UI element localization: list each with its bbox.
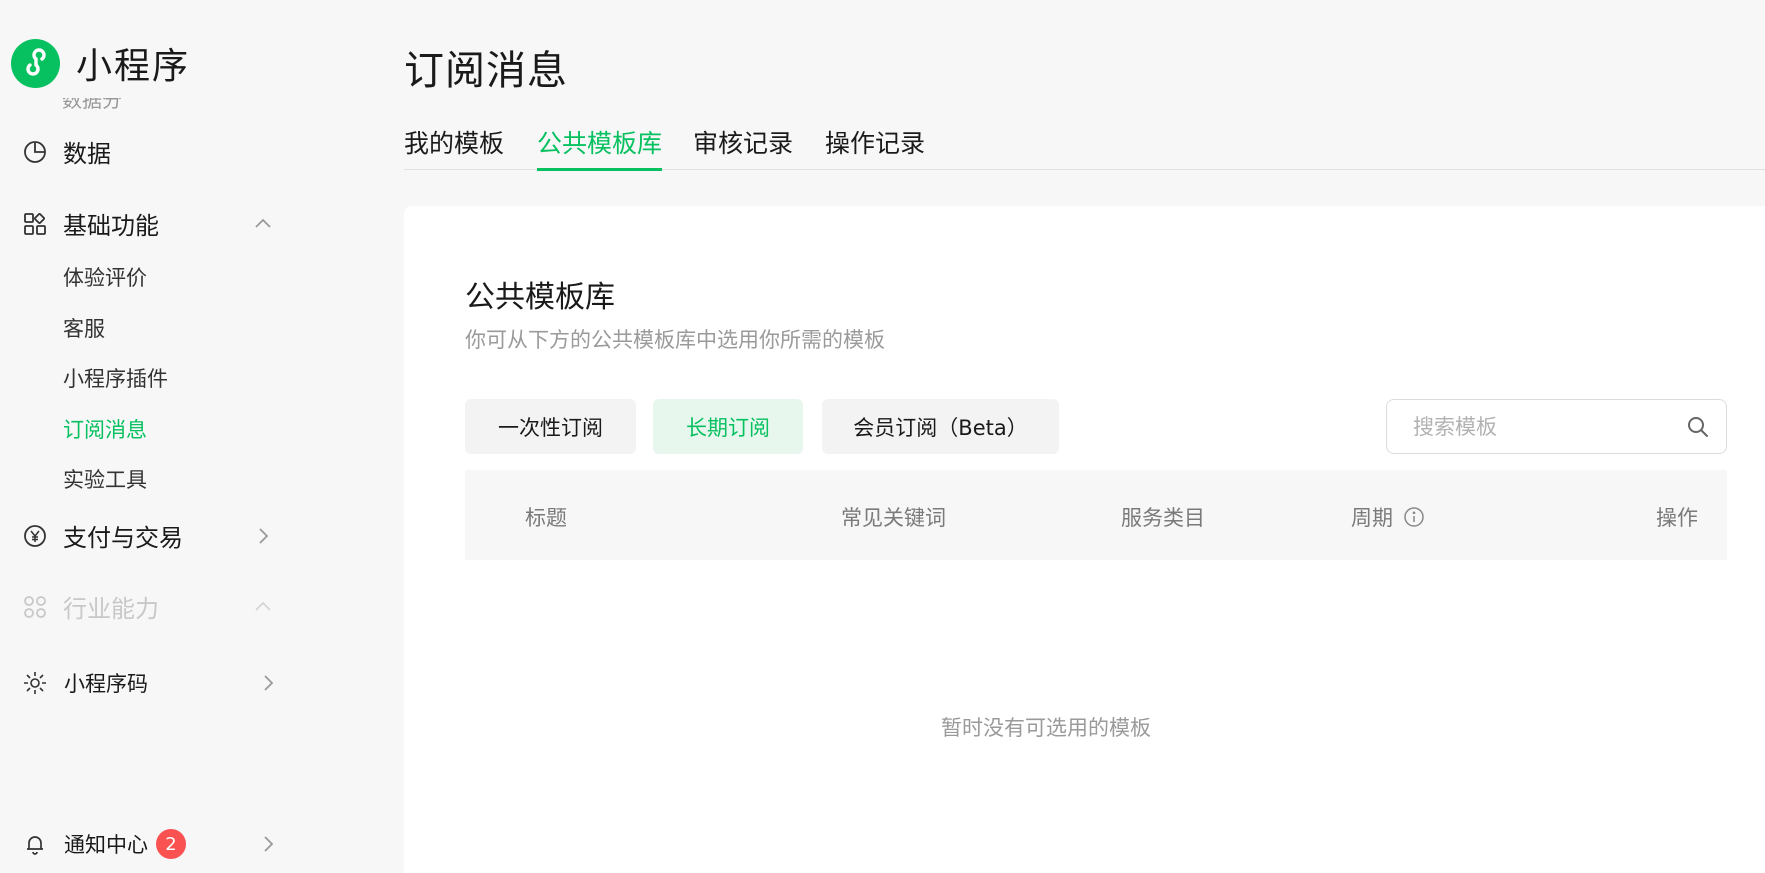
- search-box: [1386, 399, 1727, 454]
- scrolled-nav-item: 数据分析: [62, 98, 122, 112]
- table-header: 标题 常见关键词 服务类目 周期 操作: [465, 470, 1727, 560]
- filter-one-time-subscription[interactable]: 一次性订阅: [465, 399, 636, 454]
- filter-member-subscription[interactable]: 会员订阅（Beta）: [822, 399, 1059, 454]
- sidebar-item-payment[interactable]: 支付与交易: [22, 518, 274, 553]
- section-description: 你可从下方的公共模板库中选用你所需的模板: [465, 328, 885, 352]
- empty-state-text: 暂时没有可选用的模板: [941, 716, 1151, 740]
- column-header-actions: 操作: [1656, 506, 1698, 530]
- sidebar-subitem-plugins[interactable]: 小程序插件: [63, 363, 168, 393]
- yen-circle-icon: [22, 523, 48, 549]
- pie-chart-icon: [22, 139, 48, 165]
- sidebar-subitem-customer-service[interactable]: 客服: [63, 313, 105, 343]
- search-icon[interactable]: [1686, 415, 1710, 439]
- tab-review-records[interactable]: 审核记录: [693, 124, 793, 170]
- chevron-up-icon: [252, 213, 274, 235]
- bell-icon: [22, 831, 48, 857]
- sidebar-item-label: 支付与交易: [63, 524, 183, 552]
- sidebar-item-label: 小程序码: [64, 672, 148, 696]
- brand-title: 小程序: [76, 46, 191, 87]
- section-title: 公共模板库: [465, 280, 615, 315]
- filter-long-term-subscription[interactable]: 长期订阅: [653, 399, 803, 454]
- template-library-card: 公共模板库 你可从下方的公共模板库中选用你所需的模板 一次性订阅 长期订阅 会员…: [404, 206, 1765, 873]
- tab-bar: 我的模板 公共模板库 审核记录 操作记录: [404, 124, 1765, 171]
- sidebar: 小程序 数据分析 数据 基础功能 体验评价 客服 小程序插件: [0, 0, 360, 873]
- column-header-service-category: 服务类目: [1121, 506, 1205, 530]
- sidebar-item-qrcode[interactable]: 小程序码: [22, 668, 274, 698]
- sidebar-subitem-subscription-messages[interactable]: 订阅消息: [63, 414, 147, 444]
- info-icon[interactable]: [1403, 506, 1425, 528]
- tab-my-templates[interactable]: 我的模板: [404, 124, 504, 170]
- search-input[interactable]: [1411, 413, 1661, 440]
- column-header-keywords: 常见关键词: [841, 506, 946, 530]
- sidebar-item-label: 数据: [63, 140, 111, 168]
- sidebar-item-basic-features[interactable]: 基础功能: [22, 206, 274, 241]
- sidebar-item-label: 通知中心: [64, 833, 148, 857]
- column-header-title: 标题: [525, 506, 567, 530]
- qrcode-sun-icon: [22, 670, 48, 696]
- sidebar-item-label: 行业能力: [63, 595, 159, 623]
- notification-count-badge: 2: [156, 829, 186, 859]
- sidebar-subitem-experiment-tools[interactable]: 实验工具: [63, 464, 147, 494]
- chevron-right-icon: [257, 672, 279, 694]
- brand[interactable]: 小程序: [11, 37, 190, 89]
- chevron-up-icon: [252, 596, 274, 618]
- apps-grid-icon: [22, 211, 48, 237]
- chevron-right-icon: [252, 525, 274, 547]
- sidebar-item-industry[interactable]: 行业能力: [22, 589, 274, 624]
- chevron-right-icon: [257, 833, 279, 855]
- sidebar-item-label: 基础功能: [63, 212, 159, 240]
- mini-program-logo-icon: [11, 38, 60, 88]
- tab-operation-records[interactable]: 操作记录: [825, 124, 925, 170]
- sidebar-item-data[interactable]: 数据: [22, 134, 274, 169]
- sidebar-item-notification-center[interactable]: 通知中心 2: [22, 829, 274, 859]
- tab-public-template-library[interactable]: 公共模板库: [537, 124, 663, 171]
- sidebar-subitem-experience-review[interactable]: 体验评价: [63, 262, 147, 292]
- column-header-period: 周期: [1351, 502, 1425, 532]
- industry-icon: [22, 594, 48, 620]
- page-title: 订阅消息: [404, 48, 568, 94]
